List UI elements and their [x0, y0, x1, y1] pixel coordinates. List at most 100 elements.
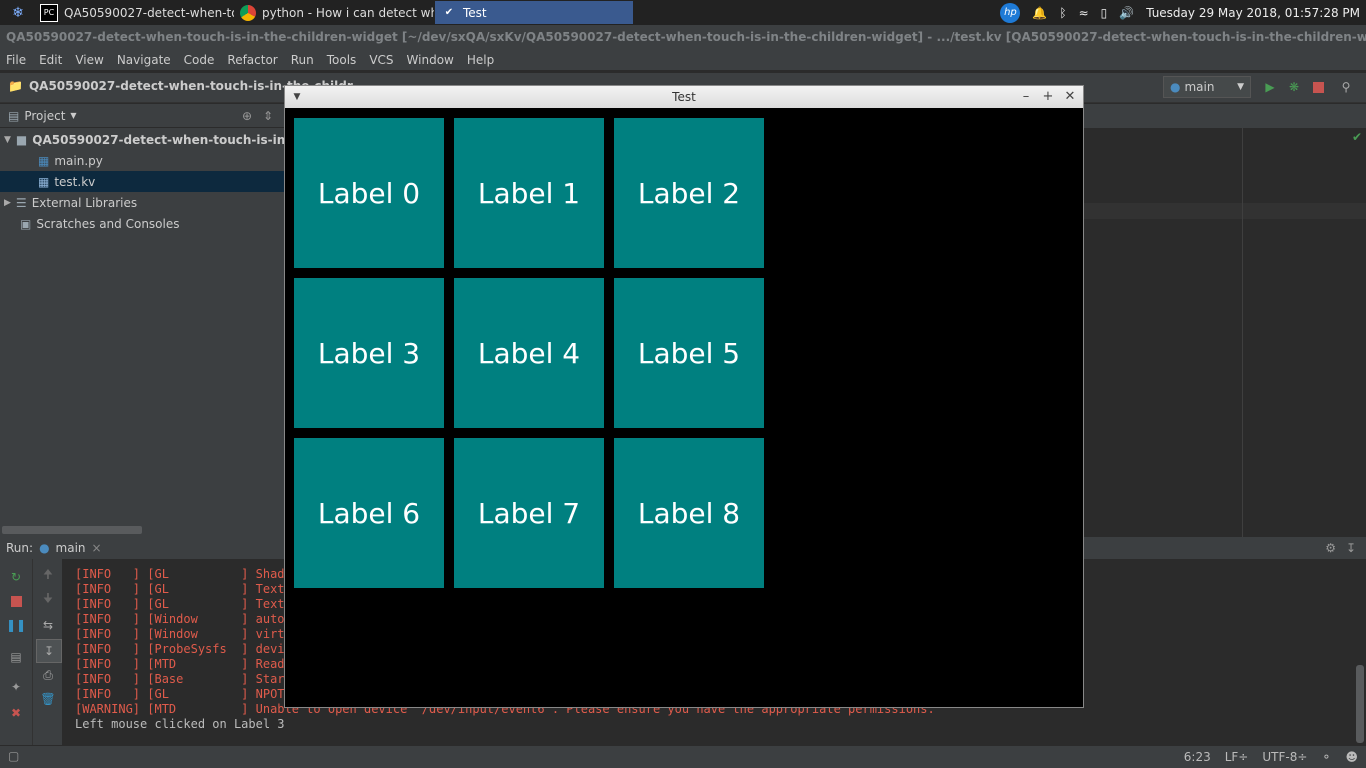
- menu-file[interactable]: File: [0, 53, 33, 67]
- run-panel-label: Run:: [6, 541, 34, 555]
- file-encoding[interactable]: UTF-8÷: [1262, 750, 1307, 764]
- play-icon: ▶: [1265, 80, 1275, 94]
- tree-item-test-kv[interactable]: ▦ test.kv: [0, 171, 322, 192]
- grid-label-1[interactable]: Label 1: [454, 118, 604, 268]
- editor-area[interactable]: [1084, 128, 1366, 537]
- bug-icon: ❋: [1288, 80, 1300, 94]
- app-menu-button[interactable]: ❄: [4, 1, 30, 24]
- tree-item-scratches[interactable]: ▣ Scratches and Consoles: [0, 213, 304, 234]
- grid-label-0[interactable]: Label 0: [294, 118, 444, 268]
- tree-item-main-py[interactable]: ▦ main.py: [0, 150, 322, 171]
- console-line: [INFO ] [Window ] virtu: [75, 627, 292, 641]
- system-tray: hp 🔔 ᛒ ≈ ▯ 🔊 Tuesday 29 May 2018, 01:57:…: [1000, 0, 1360, 25]
- run-button[interactable]: ▶: [1260, 77, 1280, 97]
- rerun-icon: ↻: [10, 570, 22, 584]
- project-horizontal-scrollbar[interactable]: [0, 523, 284, 537]
- close-run-button[interactable]: ✖: [6, 703, 26, 723]
- menu-refactor[interactable]: Refactor: [221, 53, 284, 67]
- task-pycharm[interactable]: PC QA50590027-detect-when-to...: [34, 1, 234, 24]
- console-scrollbar-thumb[interactable]: [1356, 665, 1364, 743]
- menu-tools[interactable]: Tools: [321, 53, 364, 67]
- close-button[interactable]: ✕: [1060, 86, 1080, 108]
- scroll-up-button[interactable]: 🠉: [38, 565, 58, 585]
- run-configuration-select[interactable]: ● main ▼: [1163, 76, 1251, 98]
- gear-icon[interactable]: ⚙: [1325, 541, 1336, 555]
- tree-item-external-libraries[interactable]: ▶ ☰ External Libraries: [0, 192, 288, 213]
- window-titlebar[interactable]: ▼ Test – + ✕: [285, 86, 1083, 108]
- grid-label-7[interactable]: Label 7: [454, 438, 604, 588]
- minimize-icon: –: [1022, 89, 1030, 104]
- wifi-icon[interactable]: ≈: [1079, 6, 1089, 20]
- caret-position[interactable]: 6:23: [1184, 750, 1211, 764]
- rerun-button[interactable]: ↻: [6, 567, 26, 587]
- bell-icon[interactable]: 🔔: [1032, 6, 1047, 20]
- pause-button[interactable]: ❚❚: [6, 615, 26, 635]
- hp-logo-icon[interactable]: hp: [1000, 2, 1021, 23]
- dump-threads-button[interactable]: ▤: [6, 647, 26, 667]
- project-panel-title[interactable]: Project: [24, 109, 65, 123]
- grid-label-6[interactable]: Label 6: [294, 438, 444, 588]
- menu-vcs[interactable]: VCS: [363, 53, 400, 67]
- current-line-highlight: [1084, 203, 1366, 219]
- search-icon: ⚲: [1341, 80, 1351, 94]
- minimize-button[interactable]: –: [1016, 86, 1036, 108]
- console-line: [INFO ] [Base ] Start: [75, 672, 292, 686]
- menu-run[interactable]: Run: [285, 53, 321, 67]
- soft-wrap-button[interactable]: ⇆: [38, 615, 58, 635]
- task-chrome[interactable]: python - How i can detect wh...: [234, 1, 434, 24]
- kv-file-icon: ▦: [38, 174, 50, 189]
- python-file-icon: ▦: [38, 153, 50, 168]
- grid-label-8[interactable]: Label 8: [614, 438, 764, 588]
- lock-icon[interactable]: ⚬: [1321, 750, 1331, 764]
- grid-label-2[interactable]: Label 2: [614, 118, 764, 268]
- menu-navigate[interactable]: Navigate: [111, 53, 178, 67]
- scrollbar-thumb[interactable]: [2, 526, 142, 534]
- collapse-icon[interactable]: ⇕: [263, 109, 273, 123]
- console-line: [INFO ] [GL ] NPOT: [75, 687, 292, 701]
- grid-label-5[interactable]: Label 5: [614, 278, 764, 428]
- menu-window[interactable]: Window: [401, 53, 461, 67]
- status-bar: ▢ 6:23 LF÷ UTF-8÷ ⚬ ☻: [0, 746, 1366, 768]
- debug-button[interactable]: ❋: [1284, 77, 1304, 97]
- kivy-icon: ✔: [444, 7, 454, 18]
- target-icon[interactable]: ⊕: [242, 109, 252, 123]
- scroll-down-button[interactable]: 🠋: [38, 589, 58, 609]
- task-label: Test: [463, 5, 487, 20]
- menu-bar: File Edit View Navigate Code Refactor Ru…: [0, 50, 1366, 70]
- task-label: QA50590027-detect-when-to...: [64, 5, 234, 20]
- volume-icon[interactable]: 🔊: [1119, 6, 1134, 20]
- pycharm-icon: PC: [40, 3, 58, 22]
- tree-item-label: Scratches and Consoles: [36, 216, 180, 231]
- minimize-panel-icon[interactable]: ↧: [1346, 541, 1356, 555]
- window-title: Test: [672, 90, 696, 104]
- grid-label-3[interactable]: Label 3: [294, 278, 444, 428]
- bluetooth-icon[interactable]: ᛒ: [1059, 6, 1066, 20]
- tool-windows-icon[interactable]: ▢: [8, 749, 19, 763]
- pin-tab-button[interactable]: ✦: [6, 677, 26, 697]
- task-test-window[interactable]: ✔ Test: [435, 1, 633, 24]
- battery-icon[interactable]: ▯: [1101, 6, 1108, 20]
- print-button[interactable]: ⎙: [38, 665, 58, 685]
- close-icon[interactable]: ×: [92, 541, 102, 555]
- system-taskbar: ❄ PC QA50590027-detect-when-to... python…: [0, 0, 1366, 25]
- line-separator[interactable]: LF÷: [1225, 750, 1249, 764]
- chevron-down-icon[interactable]: ▼: [70, 111, 76, 120]
- search-everywhere-button[interactable]: ⚲: [1336, 77, 1356, 97]
- grid-label-4[interactable]: Label 4: [454, 278, 604, 428]
- stop-run-button[interactable]: [6, 591, 26, 611]
- maximize-button[interactable]: +: [1038, 86, 1058, 108]
- stop-button[interactable]: [1308, 77, 1328, 97]
- project-tree: ▼ ■ QA50590027-detect-when-touch-is-in-t…: [0, 128, 322, 523]
- clear-all-button[interactable]: 🗑: [38, 689, 58, 709]
- arrow-down-icon: 🠋: [43, 590, 53, 605]
- git-icon[interactable]: ☻: [1345, 750, 1358, 764]
- clock[interactable]: Tuesday 29 May 2018, 01:57:28 PM: [1146, 6, 1360, 20]
- menu-view[interactable]: View: [69, 53, 110, 67]
- tree-item-project-root[interactable]: ▼ ■ QA50590027-detect-when-touch-is-in-t…: [0, 129, 288, 150]
- menu-help[interactable]: Help: [461, 53, 501, 67]
- menu-edit[interactable]: Edit: [33, 53, 69, 67]
- menu-code[interactable]: Code: [178, 53, 222, 67]
- scroll-to-end-button[interactable]: ↧: [36, 639, 62, 663]
- run-tab-main[interactable]: main: [56, 541, 86, 555]
- python-icon: ●: [39, 541, 50, 555]
